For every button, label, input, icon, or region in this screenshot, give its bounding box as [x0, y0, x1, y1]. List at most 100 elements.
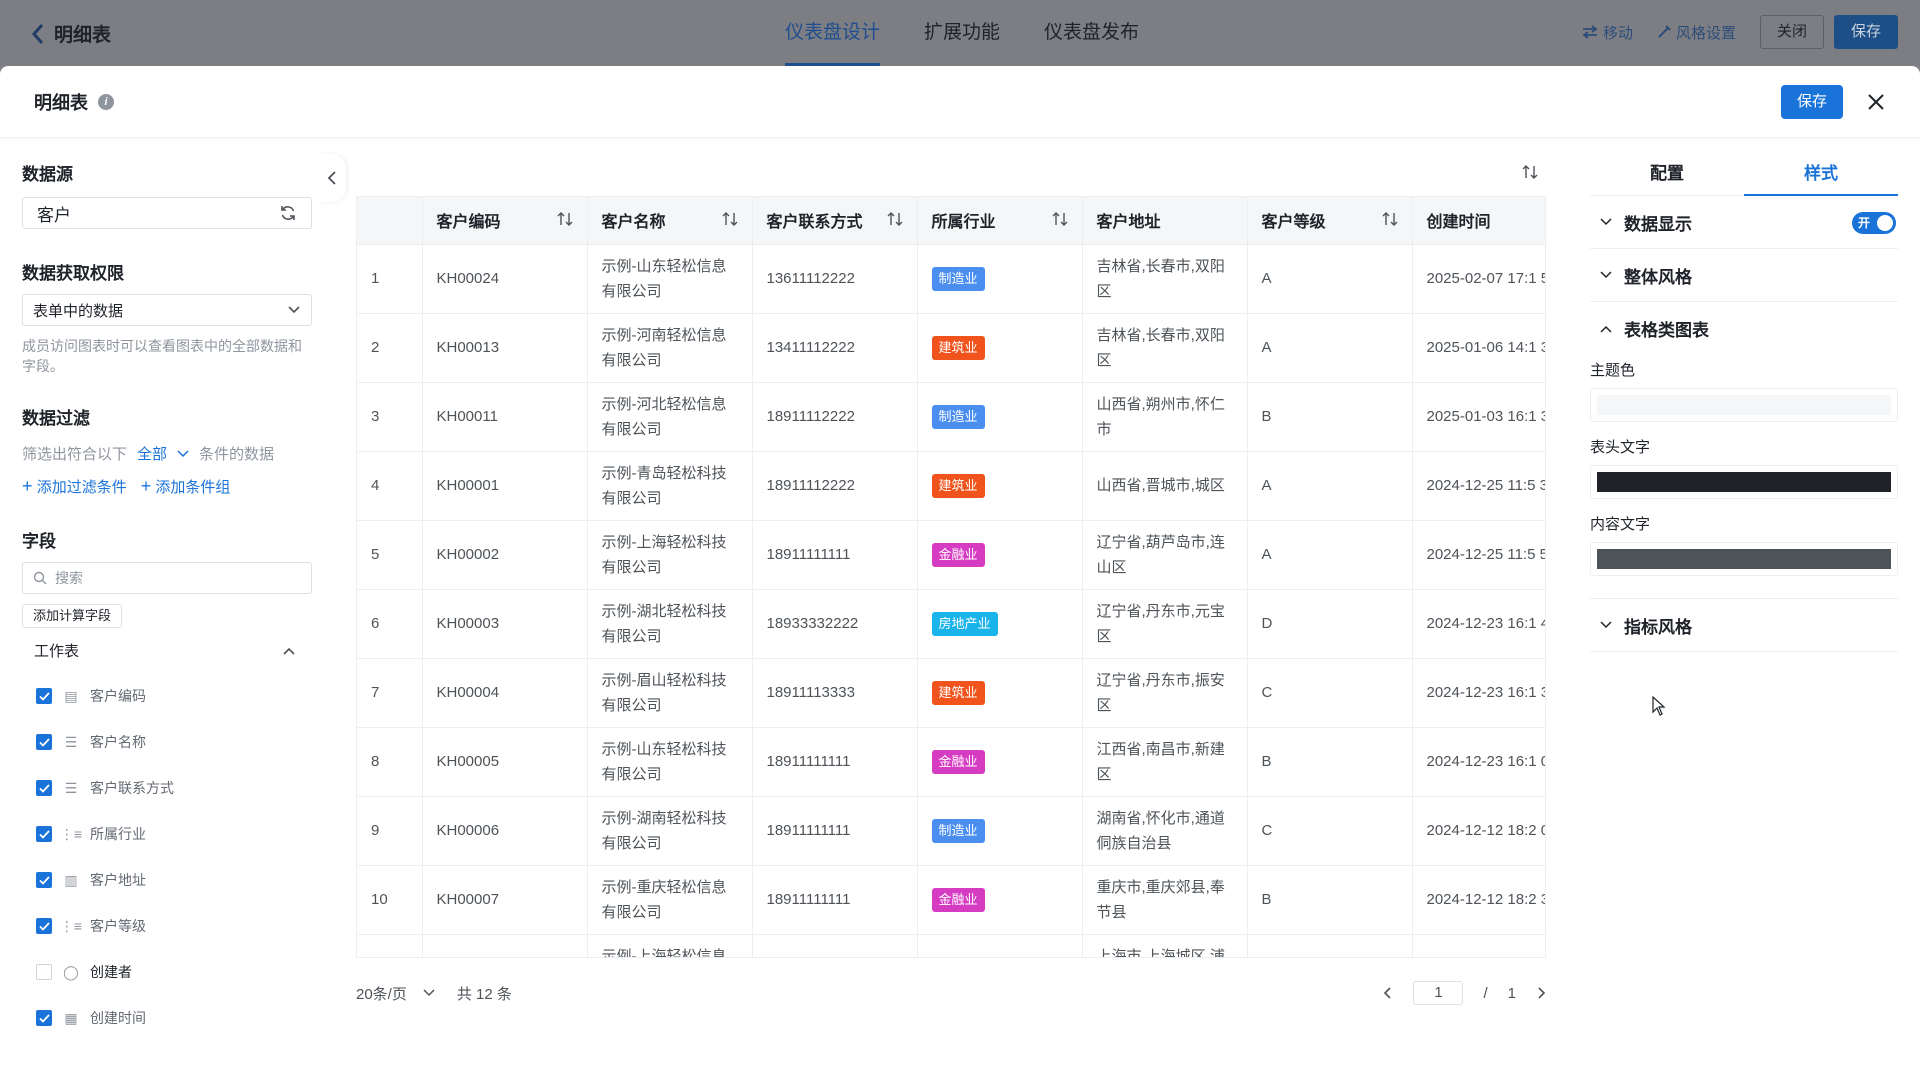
table-row[interactable]: 11KH00008示例-上海轻松信息有限公司18922222222 金融业 上海市,… [357, 934, 1545, 957]
add-filter-button[interactable]: + 添加过滤条件 [22, 476, 127, 497]
cell-industry: 金融业 [917, 934, 1083, 957]
cell-level: C [1247, 934, 1413, 957]
next-page-icon[interactable] [1536, 986, 1546, 1000]
content-text-color-picker[interactable] [1590, 542, 1898, 576]
table-row[interactable]: 1 KH00024 示例-山东轻松信息有限公司 13611112222 制造业 吉林省,长… [357, 244, 1545, 314]
chevron-down-icon[interactable] [177, 449, 189, 458]
cell-industry: 建筑业 [917, 451, 1083, 521]
field-checkbox[interactable] [36, 918, 52, 934]
permission-select[interactable]: 表单中的数据 [22, 294, 312, 326]
table-row[interactable]: 5 KH00002 示例-上海轻松科技有限公司 18911111111 金融业 辽宁省,葫… [357, 520, 1545, 590]
table-row[interactable]: 9 KH00006 示例-湖南轻松科技有限公司 18911111111 制造业 湖南省,怀… [357, 796, 1545, 866]
header-text-color-picker[interactable] [1590, 465, 1898, 499]
field-search-input[interactable]: 搜索 [22, 562, 312, 594]
sort-icon[interactable] [1522, 164, 1538, 180]
field-item[interactable]: ☰ 客户名称 [22, 719, 308, 765]
tab-style[interactable]: 样式 [1744, 152, 1898, 196]
cell-level: D [1247, 589, 1413, 659]
field-item[interactable]: ▥ 客户地址 [22, 857, 308, 903]
cell-industry: 制造业 [917, 382, 1083, 452]
cell-created-time: 2025-02-07 17:1 54 [1412, 244, 1545, 314]
theme-color-picker[interactable] [1590, 388, 1898, 422]
field-checkbox[interactable] [36, 964, 52, 980]
field-label: 客户联系方式 [90, 780, 174, 796]
tab-config[interactable]: 配置 [1590, 152, 1744, 195]
header-customer-phone[interactable]: 客户联系方式 [752, 197, 918, 245]
field-item[interactable]: ⋮≡ 所属行业 [22, 811, 308, 857]
sort-icon[interactable] [887, 211, 903, 227]
table-row[interactable]: 6 KH00003 示例-湖北轻松科技有限公司 18933332222 房地产业 辽宁省,… [357, 589, 1545, 659]
overall-style-section[interactable]: 整体风格 [1590, 249, 1898, 302]
cell-customer-code: KH00006 [422, 796, 588, 866]
table-chart-section[interactable]: 表格类图表 [1590, 302, 1898, 355]
collapse-left-button[interactable] [318, 154, 346, 202]
header-created-time[interactable]: 创建时间 [1412, 197, 1545, 245]
info-icon[interactable]: i [98, 93, 114, 110]
header-industry[interactable]: 所属行业 [917, 197, 1083, 245]
cell-created-time: 2024-12-23 16:1 30 [1412, 658, 1545, 728]
refresh-icon[interactable] [279, 204, 297, 222]
table-row[interactable]: 8 KH00005 示例-山东轻松科技有限公司 18911111111 金融业 江西省,南… [357, 727, 1545, 797]
sort-icon[interactable] [557, 211, 573, 227]
field-checkbox[interactable] [36, 780, 52, 796]
filter-mode-select[interactable]: 全部 [137, 443, 167, 464]
table-row[interactable]: 10 KH00007 示例-重庆轻松信息有限公司 18911111111 金融业 重庆市,… [357, 865, 1545, 935]
prev-page-icon[interactable] [1383, 986, 1393, 1000]
sort-icon[interactable] [722, 211, 738, 227]
field-item[interactable]: ▤ 客户编码 [22, 673, 308, 719]
tab-dashboard-publish[interactable]: 仪表盘发布 [1044, 0, 1139, 66]
cell-customer-code: KH00024 [422, 244, 588, 314]
cell-customer-name: 示例-眉山轻松科技有限公司 [587, 658, 753, 728]
industry-tag: 制造业 [931, 405, 985, 429]
datasource-select[interactable]: 客户 [22, 197, 312, 229]
page-input[interactable]: 1 [1413, 981, 1464, 1005]
table-row[interactable]: 7 KH00004 示例-眉山轻松科技有限公司 18911113333 建筑业 辽宁省,丹… [357, 658, 1545, 728]
field-item[interactable]: ☰ 客户联系方式 [22, 765, 308, 811]
sort-icon[interactable] [1382, 211, 1398, 227]
table-row[interactable]: 3 KH00011 示例-河北轻松信息有限公司 18911112222 制造业 山西省,朔… [357, 382, 1545, 452]
table-body: 1 KH00024 示例-山东轻松信息有限公司 13611112222 制造业 吉林省,长… [357, 244, 1545, 957]
field-item[interactable]: ◯ 创建者 [22, 949, 308, 995]
cell-level: A [1247, 313, 1413, 383]
move-button[interactable]: 移动 [1582, 22, 1633, 43]
field-item[interactable]: ▦ 创建时间 [22, 995, 308, 1041]
cell-created-time: 2024-12-25 11:5 31 [1412, 451, 1545, 521]
save-button[interactable]: 保存 [1833, 15, 1898, 49]
table-row[interactable]: 2 KH00013 示例-河南轻松信息有限公司 13411112222 建筑业 吉林省,长… [357, 313, 1545, 383]
data-display-section[interactable]: 数据显示 开 [1590, 196, 1898, 249]
close-button[interactable]: 关闭 [1759, 15, 1824, 49]
tab-extensions[interactable]: 扩展功能 [924, 0, 1000, 66]
cell-customer-name: 示例-山东轻松科技有限公司 [587, 727, 753, 797]
header-level[interactable]: 客户等级 [1247, 197, 1413, 245]
field-checkbox[interactable] [36, 872, 52, 888]
field-group-header[interactable]: 工作表 [22, 640, 308, 661]
style-setting-button[interactable]: 风格设置 [1657, 22, 1736, 43]
back-button[interactable]: 明细表 [30, 20, 111, 47]
chevron-down-icon[interactable] [423, 989, 435, 997]
page-size-select[interactable]: 20条/页 [356, 983, 407, 1004]
header-customer-name[interactable]: 客户名称 [587, 197, 753, 245]
indicator-style-section[interactable]: 指标风格 [1590, 599, 1898, 652]
header-customer-code[interactable]: 客户编码 [422, 197, 588, 245]
move-icon [1582, 25, 1598, 39]
fields-title: 字段 [22, 532, 56, 551]
data-display-toggle[interactable]: 开 [1852, 212, 1896, 234]
field-checkbox[interactable] [36, 734, 52, 750]
header-address[interactable]: 客户地址 [1082, 197, 1248, 245]
add-group-button[interactable]: + 添加条件组 [141, 476, 231, 497]
overall-style-label: 整体风格 [1624, 267, 1692, 287]
cell-index: 2 [357, 313, 423, 383]
close-icon[interactable] [1866, 92, 1886, 112]
cell-phone: 18933332222 [752, 589, 918, 659]
field-checkbox[interactable] [36, 1010, 52, 1026]
table-row[interactable]: 4 KH00001 示例-青岛轻松科技有限公司 18911112222 建筑业 山西省,晋… [357, 451, 1545, 521]
field-checkbox[interactable] [36, 688, 52, 704]
add-calc-field-button[interactable]: 添加计算字段 [22, 604, 123, 628]
tab-dashboard-design[interactable]: 仪表盘设计 [785, 0, 881, 66]
modal-save-button[interactable]: 保存 [1780, 85, 1843, 119]
sort-icon[interactable] [1052, 211, 1068, 227]
industry-tag: 金融业 [931, 750, 985, 774]
field-checkbox[interactable] [36, 826, 52, 842]
content-text-color-swatch [1597, 549, 1891, 569]
field-item[interactable]: ⋮≡ 客户等级 [22, 903, 308, 949]
